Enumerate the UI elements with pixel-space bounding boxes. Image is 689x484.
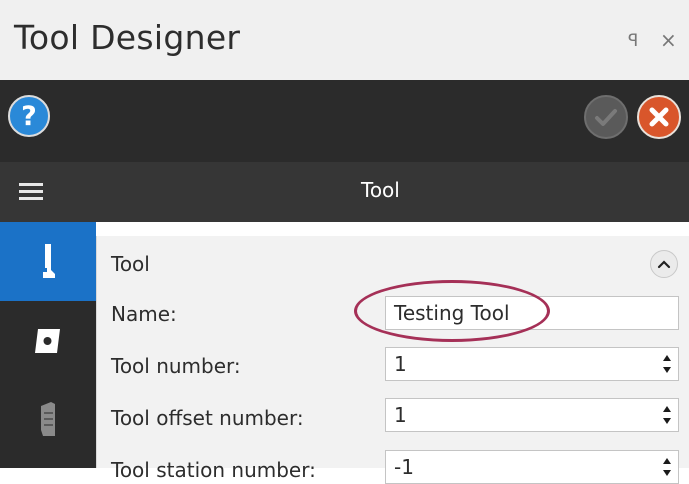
spinner-arrows-icon[interactable] [660,455,674,479]
tool-station-number-label: Tool station number: [111,458,316,482]
tool-number-value: 1 [394,352,407,376]
ok-button[interactable] [584,95,628,139]
section-title: Tool [111,252,150,276]
tool-number-label: Tool number: [111,354,241,378]
checkmark-icon [595,109,617,126]
tool-offset-number-value: 1 [394,403,407,427]
close-icon [649,107,669,127]
name-field[interactable]: Testing Tool [385,296,679,330]
close-panel-icon[interactable]: × [660,28,677,52]
tool-number-field[interactable]: 1 [385,347,679,381]
pin-icon[interactable]: ꟼ [628,31,638,51]
rail-item-tool[interactable] [0,222,96,301]
panel-header-title: Tool [361,178,400,202]
tool-offset-number-label: Tool offset number: [111,406,304,430]
name-label: Name: [111,302,177,326]
spinner-arrows-icon[interactable] [660,352,674,376]
tool-offset-number-field[interactable]: 1 [385,398,679,432]
tool-holder-icon [43,243,55,278]
help-button[interactable]: ? [8,95,50,137]
title-bar: Tool Designer ꟼ × [0,0,689,80]
rail-item-insert[interactable] [0,301,96,380]
cancel-button[interactable] [637,95,681,139]
chevron-up-icon [657,260,671,269]
side-rail [0,222,96,468]
tool-station-number-field[interactable]: -1 [385,450,679,484]
toolbar: ? [0,80,689,162]
hamburger-menu-icon[interactable] [19,183,43,201]
content-panel: Tool Name: Testing Tool Tool number: 1 T… [96,222,689,484]
window-title: Tool Designer [14,18,241,57]
spinner-arrows-icon[interactable] [660,403,674,427]
panel-header: Tool [0,162,689,222]
rail-item-holder[interactable] [0,380,96,459]
name-value: Testing Tool [394,301,510,325]
tool-section: Tool Name: Testing Tool Tool number: 1 T… [96,236,689,484]
tool-station-number-value: -1 [394,455,414,479]
holder-icon [41,401,55,436]
collapse-button[interactable] [650,250,678,278]
insert-icon [35,328,60,353]
help-icon: ? [21,100,37,132]
